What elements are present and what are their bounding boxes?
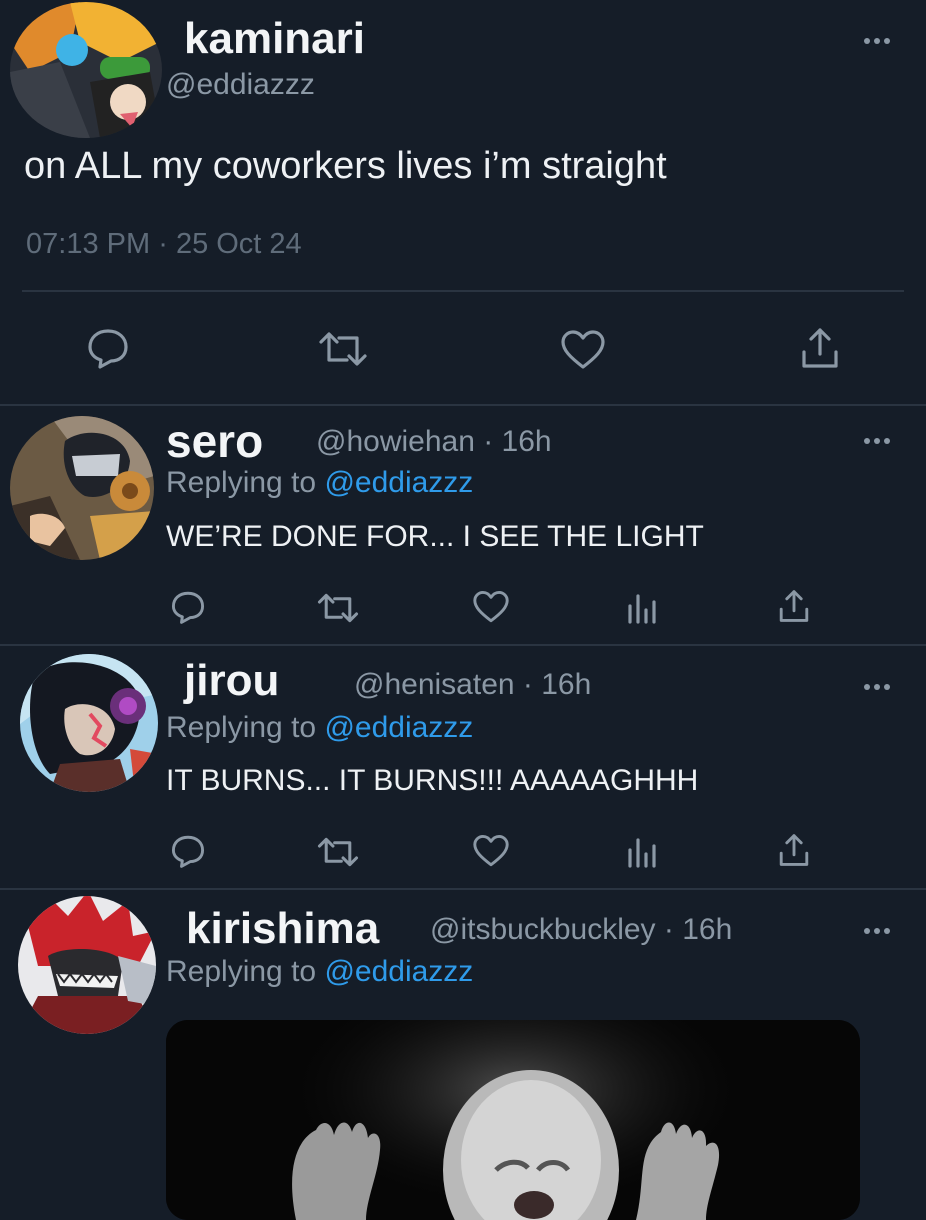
more-options-icon[interactable]: [864, 682, 894, 692]
more-options-icon[interactable]: [864, 36, 894, 46]
replying-to: Replying to @eddiazzz: [166, 466, 473, 500]
mention-link[interactable]: @eddiazzz: [324, 955, 473, 988]
avatar[interactable]: [10, 2, 162, 138]
author-handle[interactable]: @eddiazzz: [166, 68, 315, 102]
retweet-icon[interactable]: [317, 330, 369, 368]
author-handle[interactable]: @howiehan · 16h: [316, 425, 552, 459]
avatar[interactable]: [10, 416, 154, 560]
analytics-icon[interactable]: [626, 592, 658, 624]
avatar[interactable]: [20, 654, 158, 792]
timestamp-separator: ·: [158, 228, 168, 260]
author-handle[interactable]: @itsbuckbuckley · 16h: [430, 913, 732, 947]
reply-icon[interactable]: [86, 327, 130, 369]
divider: [0, 888, 926, 890]
author-name[interactable]: kaminari: [184, 14, 365, 64]
tweet-time: 07:13 PM: [26, 228, 151, 260]
more-options-icon[interactable]: [864, 926, 894, 936]
author-name[interactable]: kirishima: [186, 904, 379, 954]
tweet-text: on ALL my coworkers lives i’m straight: [24, 145, 667, 187]
mention-link[interactable]: @eddiazzz: [324, 711, 473, 744]
reply-icon[interactable]: [170, 834, 206, 868]
replying-to: Replying to @eddiazzz: [166, 955, 473, 989]
divider: [0, 404, 926, 406]
replying-to-label: Replying to: [166, 711, 317, 744]
author-name[interactable]: sero: [166, 414, 263, 468]
retweet-icon[interactable]: [316, 592, 360, 624]
share-icon[interactable]: [778, 832, 810, 868]
like-icon[interactable]: [472, 590, 510, 624]
divider: [0, 644, 926, 646]
tweet-text: IT BURNS... IT BURNS!!! AAAAAGHHH: [166, 764, 699, 797]
retweet-icon[interactable]: [316, 836, 360, 868]
replying-to-label: Replying to: [166, 466, 317, 499]
author-name[interactable]: jirou: [184, 656, 279, 706]
avatar[interactable]: [18, 896, 156, 1034]
replying-to: Replying to @eddiazzz: [166, 711, 473, 745]
divider: [22, 290, 904, 292]
mention-link[interactable]: @eddiazzz: [324, 466, 473, 499]
replying-to-label: Replying to: [166, 955, 317, 988]
author-handle[interactable]: @henisaten · 16h: [354, 668, 591, 702]
tweet-text: WE’RE DONE FOR... I SEE THE LIGHT: [166, 520, 704, 553]
more-options-icon[interactable]: [864, 436, 894, 446]
tweet-date: 25 Oct 24: [175, 228, 302, 260]
like-icon[interactable]: [472, 834, 510, 868]
like-icon[interactable]: [560, 329, 606, 371]
share-icon[interactable]: [800, 326, 840, 370]
tweet-timestamp: 07:13 PM · 25 Oct 24: [26, 228, 302, 261]
analytics-icon[interactable]: [626, 836, 658, 868]
reply-icon[interactable]: [170, 590, 206, 624]
share-icon[interactable]: [778, 588, 810, 624]
tweet-media-image[interactable]: [166, 1020, 860, 1220]
